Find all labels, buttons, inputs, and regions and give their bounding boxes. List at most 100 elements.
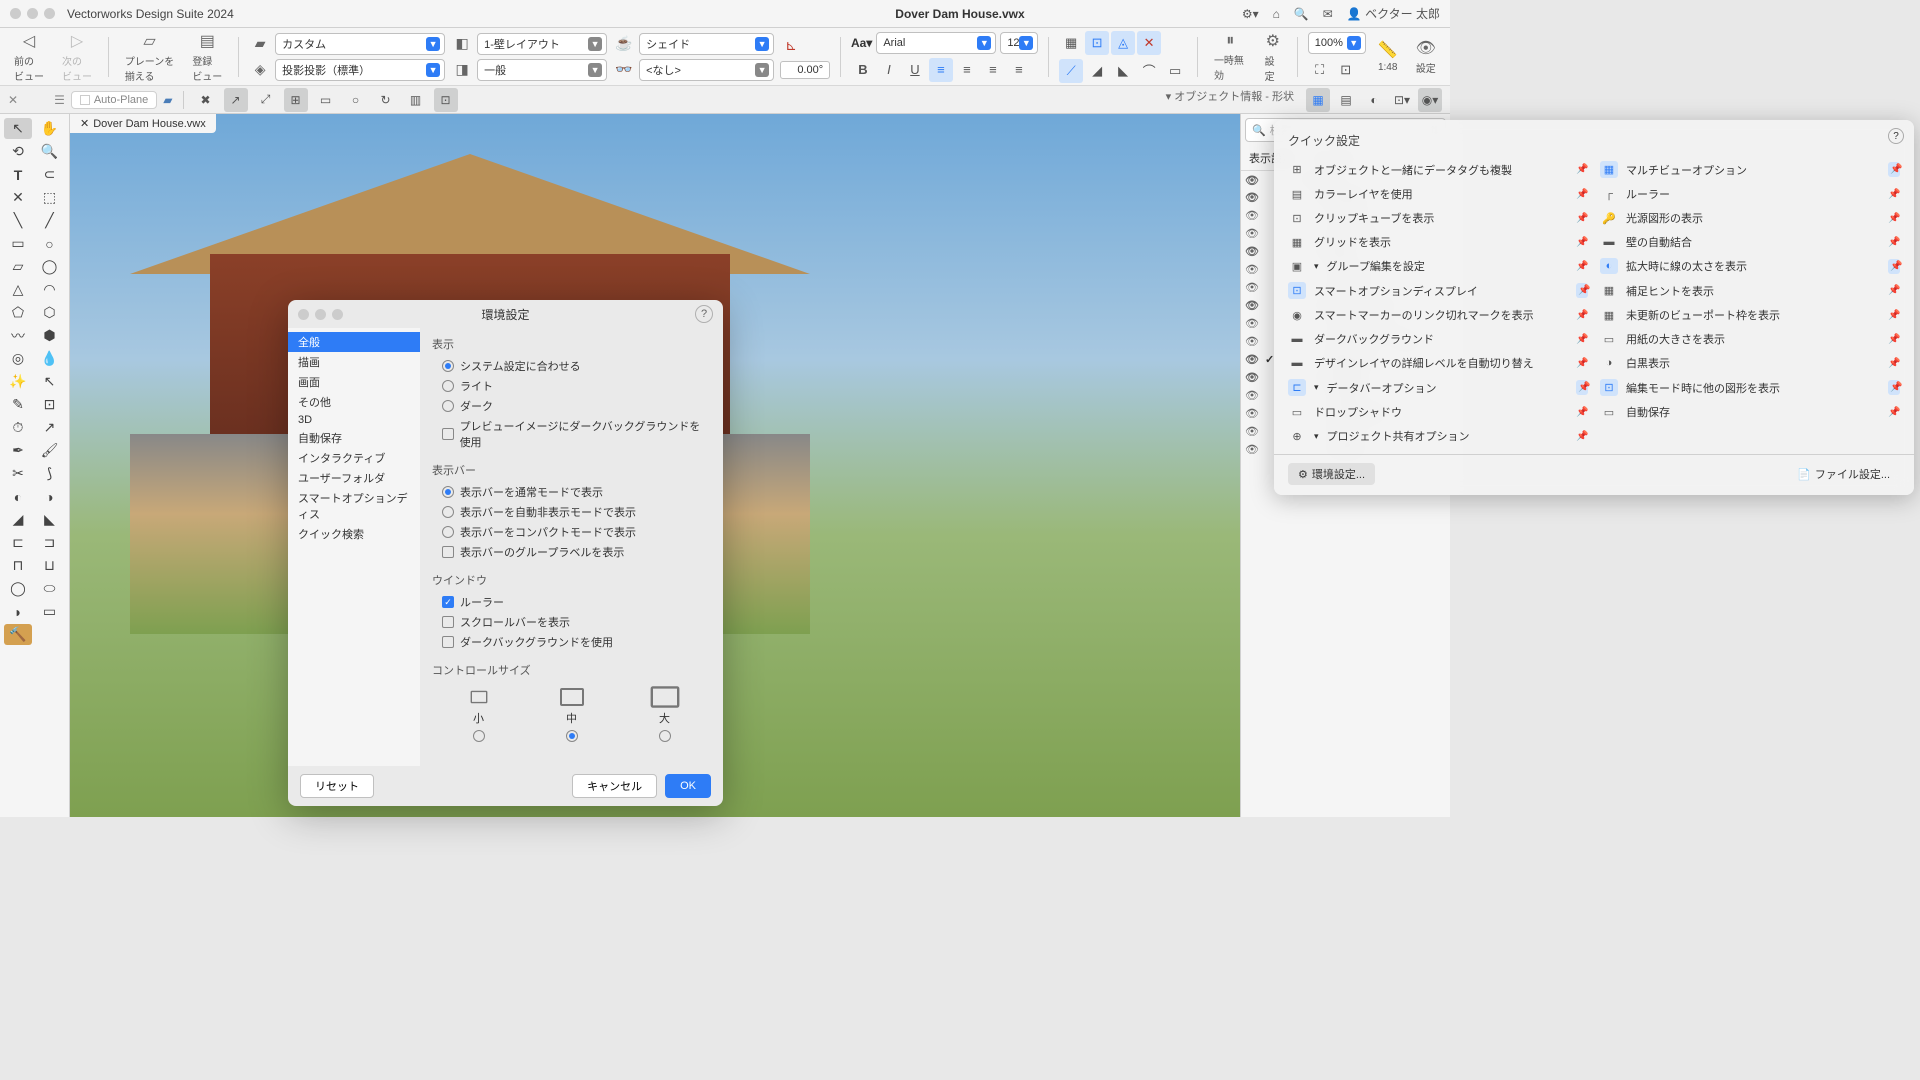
general-dropdown[interactable]: 一般▼ bbox=[477, 59, 607, 81]
bold-button[interactable]: B bbox=[851, 58, 875, 82]
plane-mode-icon[interactable]: ▰ bbox=[163, 93, 172, 107]
sidebar-item-4[interactable]: 3D bbox=[288, 412, 420, 428]
sidebar-item-2[interactable]: 画面 bbox=[288, 372, 420, 392]
fit2-icon[interactable]: ⊡ bbox=[1334, 58, 1358, 82]
sidebar-item-1[interactable]: 描画 bbox=[288, 352, 420, 372]
tool-m8[interactable]: ⊔ bbox=[36, 555, 64, 576]
view-grid[interactable]: ▦ bbox=[1306, 88, 1330, 112]
tool-rect2[interactable]: ▱ bbox=[4, 256, 32, 277]
snap2-icon[interactable]: ◬ bbox=[1111, 31, 1135, 55]
tool-eyedrop[interactable]: 💧 bbox=[36, 348, 64, 369]
underline-button[interactable]: U bbox=[903, 58, 927, 82]
tool-wand[interactable]: ✨ bbox=[4, 371, 32, 392]
close-icon[interactable]: ✕ bbox=[8, 93, 18, 107]
quick-item-l8[interactable]: ▬デザインレイヤの詳細レベルを自動切り替え📌 bbox=[1282, 351, 1594, 375]
tool-edit2[interactable]: ⊡ bbox=[36, 394, 64, 415]
sidebar-item-0[interactable]: 全般 bbox=[288, 332, 420, 352]
scale-button[interactable]: 📏1:48 bbox=[1372, 38, 1404, 75]
check-scroll[interactable]: スクロールバーを表示 bbox=[432, 612, 711, 632]
quick-item-l2[interactable]: ⊡クリップキューブを表示📌 bbox=[1282, 206, 1594, 230]
close-light[interactable] bbox=[10, 8, 21, 19]
pause-button[interactable]: ⏸一時無効 bbox=[1208, 30, 1253, 84]
radio-system[interactable]: システム設定に合わせる bbox=[432, 356, 711, 376]
edge2-icon[interactable]: ◣ bbox=[1111, 59, 1135, 83]
quick-item-r8[interactable]: ◑白黒表示📌 bbox=[1594, 351, 1906, 375]
mode1[interactable]: ✖ bbox=[194, 88, 218, 112]
radio-bar-normal[interactable]: 表示バーを通常モードで表示 bbox=[432, 482, 711, 502]
tool-m4[interactable]: ◣ bbox=[36, 509, 64, 530]
radio-bar-compact[interactable]: 表示バーをコンパクトモードで表示 bbox=[432, 522, 711, 542]
gear-icon[interactable]: ⚙▾ bbox=[1242, 7, 1259, 21]
tool-lasso[interactable]: ⊂ bbox=[36, 164, 64, 185]
env-settings-button[interactable]: ⚙ 環境設定... bbox=[1288, 463, 1375, 485]
tool-line[interactable]: ╲ bbox=[4, 210, 32, 231]
tool-pen[interactable]: ✒ bbox=[4, 440, 32, 461]
quick-item-l9[interactable]: ⊏▾データバーオプション📌 bbox=[1282, 375, 1594, 400]
tool-ellipse[interactable]: ○ bbox=[36, 233, 64, 254]
config-button[interactable]: 👁設定 bbox=[1410, 36, 1442, 77]
mode3[interactable]: ⤢ bbox=[254, 88, 278, 112]
quick-item-r1[interactable]: ┌ルーラー📌 bbox=[1594, 182, 1906, 206]
sidebar-item-7[interactable]: ユーザーフォルダ bbox=[288, 468, 420, 488]
quick-item-r5[interactable]: ▦補足ヒントを表示📌 bbox=[1594, 278, 1906, 303]
radio-bar-auto[interactable]: 表示バーを自動非表示モードで表示 bbox=[432, 502, 711, 522]
snap-off-icon[interactable]: ✕ bbox=[1137, 31, 1161, 55]
layout-dropdown[interactable]: 1-壁レイアウト▼ bbox=[477, 33, 607, 55]
tool-line2[interactable]: ╱ bbox=[36, 210, 64, 231]
quick-item-l5[interactable]: ⊡スマートオプションディスプレイ📌 bbox=[1282, 278, 1594, 303]
sidebar-item-8[interactable]: スマートオプションディス bbox=[288, 488, 420, 524]
quick-item-l6[interactable]: ◉スマートマーカーのリンク切れマークを表示📌 bbox=[1282, 303, 1594, 327]
nav-prev-button[interactable]: ◁前の ビュー bbox=[8, 29, 50, 85]
mode5[interactable]: ▭ bbox=[314, 88, 338, 112]
tool-poly2[interactable]: ⬡ bbox=[36, 302, 64, 323]
tool-text[interactable]: T bbox=[4, 164, 32, 185]
tool-circ2[interactable]: ◯ bbox=[36, 256, 64, 277]
sidebar-item-6[interactable]: インタラクティブ bbox=[288, 448, 420, 468]
align-right-button[interactable]: ≡ bbox=[981, 58, 1005, 82]
home-icon[interactable]: ⌂ bbox=[1273, 7, 1280, 21]
quick-item-r3[interactable]: ▬壁の自動結合📌 bbox=[1594, 230, 1906, 254]
plane-button[interactable]: ▱プレーンを 揃える bbox=[119, 29, 181, 85]
tool-hex[interactable]: ⬢ bbox=[36, 325, 64, 346]
quick-item-l11[interactable]: ⊕▾プロジェクト共有オプション📌 bbox=[1282, 424, 1594, 448]
tool-poly[interactable]: ⬠ bbox=[4, 302, 32, 323]
tool-m3[interactable]: ◢ bbox=[4, 509, 32, 530]
none-dropdown[interactable]: <なし>▼ bbox=[639, 59, 774, 81]
tool-x[interactable]: ✕ bbox=[4, 187, 32, 208]
tool-hammer[interactable]: 🔨 bbox=[4, 624, 32, 645]
custom-dropdown[interactable]: カスタム▼ bbox=[275, 33, 445, 55]
quick-item-l1[interactable]: ▤カラーレイヤを使用📌 bbox=[1282, 182, 1594, 206]
radio-light[interactable]: ライト bbox=[432, 376, 711, 396]
tool-timer[interactable]: ⏱ bbox=[4, 417, 32, 438]
tool-cut[interactable]: ✂ bbox=[4, 463, 32, 484]
check-group[interactable]: 表示バーのグループラベルを表示 bbox=[432, 542, 711, 562]
projection-dropdown[interactable]: 投影投影（標準）▼ bbox=[275, 59, 445, 81]
tool-m2[interactable]: ◑ bbox=[36, 486, 64, 507]
edge4-icon[interactable]: ▭ bbox=[1163, 59, 1187, 83]
mode2[interactable]: ↗ bbox=[224, 88, 248, 112]
edge1-icon[interactable]: ◢ bbox=[1085, 59, 1109, 83]
mode4[interactable]: ⊞ bbox=[284, 88, 308, 112]
tab-close-icon[interactable]: ✕ bbox=[80, 117, 89, 130]
user-label[interactable]: 👤 ベクター 太郎 bbox=[1347, 5, 1440, 22]
menu-icon[interactable]: ☰ bbox=[54, 93, 65, 107]
tool-3d[interactable]: ⬚ bbox=[36, 187, 64, 208]
fit-icon[interactable]: ⛶ bbox=[1308, 58, 1332, 82]
tool-zoom[interactable]: 🔍 bbox=[36, 141, 64, 162]
tool-spiral[interactable]: ◎ bbox=[4, 348, 32, 369]
check-preview[interactable]: プレビューイメージにダークバックグラウンドを使用 bbox=[432, 416, 711, 452]
tool-arc[interactable]: ◠ bbox=[36, 279, 64, 300]
reset-button[interactable]: リセット bbox=[300, 774, 374, 798]
quick-item-r10[interactable]: ▭自動保存📌 bbox=[1594, 400, 1906, 424]
search-icon[interactable]: 🔍 bbox=[1294, 7, 1309, 21]
quick-item-l3[interactable]: ▦グリッドを表示📌 bbox=[1282, 230, 1594, 254]
tool-m1[interactable]: ◐ bbox=[4, 486, 32, 507]
mail-icon[interactable]: ✉ bbox=[1323, 7, 1333, 21]
quick-item-r9[interactable]: ⊡編集モード時に他の図形を表示📌 bbox=[1594, 375, 1906, 400]
quick-item-r0[interactable]: ▦マルチビューオプション📌 bbox=[1594, 157, 1906, 182]
help-button[interactable]: ? bbox=[695, 305, 713, 323]
shade-dropdown[interactable]: シェイド▼ bbox=[639, 33, 774, 55]
quick-item-l4[interactable]: ▣▾グループ編集を設定📌 bbox=[1282, 254, 1594, 278]
quick-item-l0[interactable]: ⊞オブジェクトと一緒にデータタグも複製📌 bbox=[1282, 157, 1594, 182]
view-opt1[interactable]: ◐ bbox=[1362, 88, 1386, 112]
